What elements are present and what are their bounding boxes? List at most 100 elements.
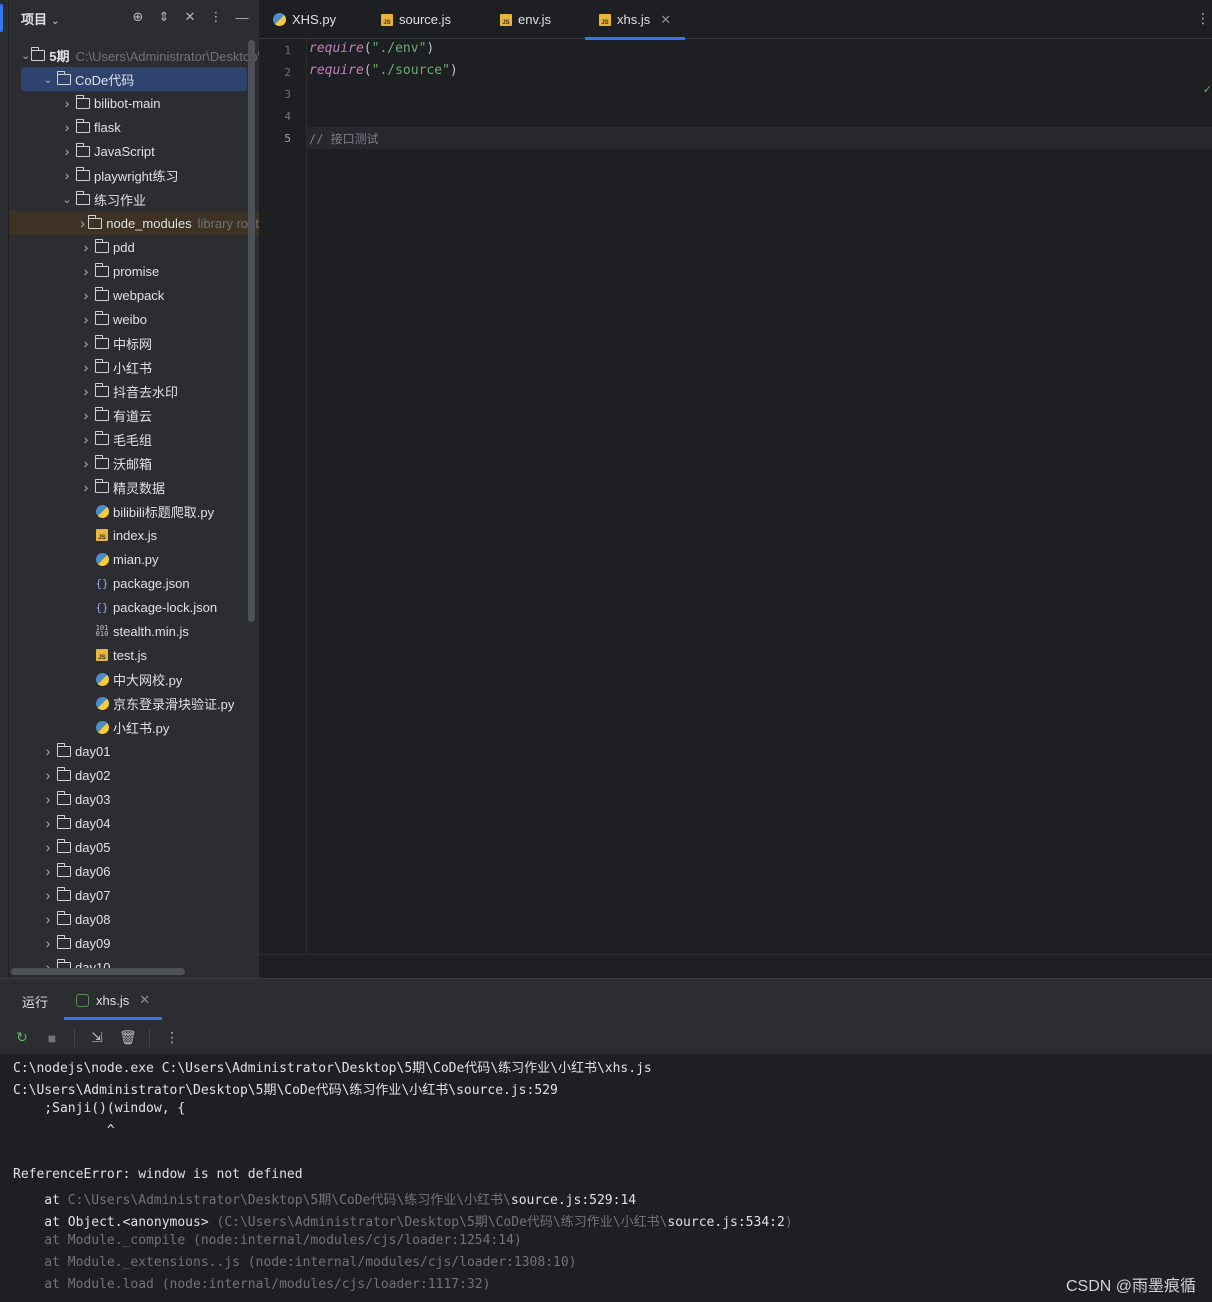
tree-folder[interactable]: › webpack	[9, 283, 259, 307]
more-options-icon[interactable]: ⋮	[209, 9, 223, 25]
rerun-icon[interactable]: ↻	[14, 1029, 30, 1046]
tree-file[interactable]: JS test.js	[9, 643, 259, 667]
project-tool-marker[interactable]	[0, 4, 3, 32]
tree-folder[interactable]: › 精灵数据	[9, 475, 259, 499]
tree-folder[interactable]: › 抖音去水印	[9, 379, 259, 403]
tab-xhs-js[interactable]: JS xhs.js ✕	[584, 0, 686, 40]
tree-folder[interactable]: › bilibot-main	[9, 91, 259, 115]
tab-source-js[interactable]: JS source.js	[381, 0, 451, 39]
tree-folder[interactable]: › day07	[9, 883, 259, 907]
tree-file[interactable]: JS index.js	[9, 523, 259, 547]
tab-env-js[interactable]: JS env.js	[500, 0, 551, 39]
run-tab-xhs-js[interactable]: xhs.js ✕	[76, 992, 150, 1008]
chevron-down-icon[interactable]: ⌄	[21, 49, 30, 62]
chevron-right-icon[interactable]: ›	[78, 455, 94, 471]
tree-file[interactable]: {} package.json	[9, 571, 259, 595]
chevron-right-icon[interactable]: ›	[40, 839, 56, 855]
tree-file[interactable]: mian.py	[9, 547, 259, 571]
stack-file-link[interactable]: source.js:529:14	[511, 1193, 636, 1208]
inspection-ok-icon[interactable]: ✓	[1203, 83, 1212, 96]
more-options-icon[interactable]: ⋮	[164, 1029, 180, 1046]
chevron-right-icon[interactable]: ›	[59, 143, 75, 159]
tree-folder[interactable]: › JavaScript	[9, 139, 259, 163]
chevron-right-icon[interactable]: ›	[40, 767, 56, 783]
tree-folder[interactable]: › flask	[9, 115, 259, 139]
tree-folder[interactable]: › node_modules library root	[9, 211, 259, 235]
hide-panel-icon[interactable]: —	[235, 9, 249, 25]
tree-folder[interactable]: › 有道云	[9, 403, 259, 427]
tree-folder[interactable]: › 毛毛组	[9, 427, 259, 451]
tree-folder[interactable]: › day01	[9, 739, 259, 763]
more-options-icon[interactable]: ⋮	[1196, 10, 1210, 27]
vertical-scrollbar[interactable]	[248, 40, 255, 622]
chevron-right-icon[interactable]: ›	[40, 815, 56, 831]
close-icon[interactable]: ✕	[660, 12, 671, 28]
tree-file[interactable]: bilibili标题爬取.py	[9, 499, 259, 523]
code-editor[interactable]: require("./env") require("./source") // …	[307, 39, 1212, 954]
tree-folder[interactable]: › 小红书	[9, 355, 259, 379]
chevron-right-icon[interactable]: ›	[59, 119, 75, 135]
chevron-right-icon[interactable]: ›	[40, 791, 56, 807]
paren: (	[363, 41, 372, 56]
tree-folder[interactable]: ⌄ 5期 C:\Users\Administrator\Desktop\5期	[9, 43, 259, 67]
project-title-dropdown[interactable]: 项目 ⌄	[21, 9, 59, 28]
string-literal: "./env"	[371, 41, 427, 56]
horizontal-scrollbar[interactable]	[11, 968, 185, 975]
tree-folder[interactable]: › day03	[9, 787, 259, 811]
tree-folder[interactable]: › pdd	[9, 235, 259, 259]
chevron-right-icon[interactable]: ›	[40, 863, 56, 879]
tree-folder[interactable]: › 中标网	[9, 331, 259, 355]
chevron-right-icon[interactable]: ›	[40, 743, 56, 759]
close-icon[interactable]: ✕	[139, 992, 150, 1008]
tree-folder[interactable]: › day04	[9, 811, 259, 835]
project-panel: 项目 ⌄ ⊕ ⇕ ✕ ⋮ — ⌄ 5期 C:\Users\Administrator\…	[9, 0, 259, 978]
tree-folder[interactable]: › day02	[9, 763, 259, 787]
scroll-to-end-icon[interactable]: ⇲	[89, 1029, 105, 1046]
tree-folder[interactable]: › playwright练习	[9, 163, 259, 187]
chevron-right-icon[interactable]: ›	[59, 167, 75, 183]
chevron-right-icon[interactable]: ›	[78, 287, 94, 303]
chevron-right-icon[interactable]: ›	[78, 239, 94, 255]
stop-icon[interactable]: ■	[44, 1030, 60, 1046]
chevron-right-icon[interactable]: ›	[40, 935, 56, 951]
tree-file[interactable]: {} package-lock.json	[9, 595, 259, 619]
stack-prefix: at	[13, 1193, 68, 1208]
chevron-right-icon[interactable]: ›	[40, 911, 56, 927]
chevron-down-icon[interactable]: ⌄	[59, 193, 75, 206]
clear-all-icon[interactable]: 🗑	[119, 1029, 137, 1046]
tree-folder[interactable]: › 沃邮箱	[9, 451, 259, 475]
tree-file[interactable]: 京东登录滑块验证.py	[9, 691, 259, 715]
tree-file[interactable]: 小红书.py	[9, 715, 259, 739]
tree-folder[interactable]: ⌄ 练习作业	[9, 187, 259, 211]
folder-icon	[94, 310, 110, 326]
chevron-right-icon[interactable]: ›	[40, 887, 56, 903]
tree-folder[interactable]: ⌄ CoDe代码	[21, 67, 247, 91]
run-panel: 运行 xhs.js ✕ ↻ ■ ⇲ 🗑 ⋮ C:\nodejs\node.exe …	[0, 978, 1212, 1302]
chevron-right-icon[interactable]: ›	[78, 311, 94, 327]
tab-xhs-py[interactable]: XHS.py	[273, 0, 336, 39]
locate-icon[interactable]: ⊕	[131, 9, 145, 25]
stack-file-link[interactable]: source.js:534:2	[667, 1215, 784, 1230]
tree-folder[interactable]: › promise	[9, 259, 259, 283]
chevron-right-icon[interactable]: ›	[78, 383, 94, 399]
collapse-all-icon[interactable]: ✕	[183, 9, 197, 25]
chevron-down-icon[interactable]: ⌄	[40, 73, 56, 86]
tree-file[interactable]: 中大网校.py	[9, 667, 259, 691]
tree-folder[interactable]: › day08	[9, 907, 259, 931]
expand-all-icon[interactable]: ⇕	[157, 9, 171, 25]
tree-folder[interactable]: › day09	[9, 931, 259, 955]
tree-item-label: day01	[75, 743, 111, 759]
chevron-right-icon[interactable]: ›	[78, 335, 94, 351]
chevron-right-icon[interactable]: ›	[59, 95, 75, 111]
chevron-right-icon[interactable]: ›	[78, 479, 94, 495]
chevron-right-icon[interactable]: ›	[78, 215, 87, 231]
chevron-right-icon[interactable]: ›	[78, 359, 94, 375]
chevron-right-icon[interactable]: ›	[78, 263, 94, 279]
chevron-right-icon[interactable]: ›	[78, 431, 94, 447]
tree-folder[interactable]: › weibo	[9, 307, 259, 331]
chevron-right-icon[interactable]: ›	[78, 407, 94, 423]
console-output[interactable]: C:\nodejs\node.exe C:\Users\Administrato…	[0, 1055, 1212, 1302]
tree-file[interactable]: 101 010 stealth.min.js	[9, 619, 259, 643]
tree-folder[interactable]: › day06	[9, 859, 259, 883]
tree-folder[interactable]: › day05	[9, 835, 259, 859]
